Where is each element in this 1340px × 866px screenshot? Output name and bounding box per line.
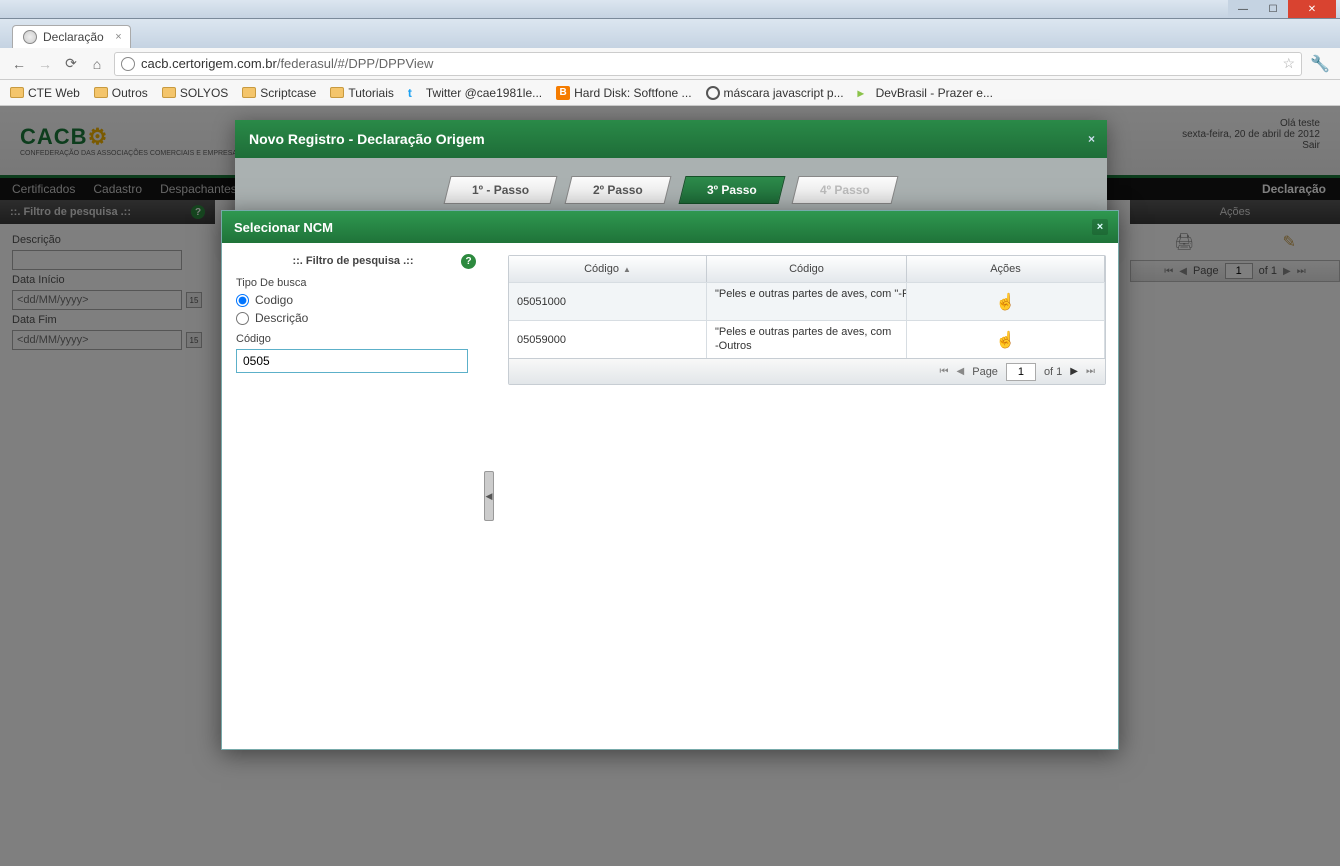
bookmark-label: Tutoriais <box>348 86 394 100</box>
wrench-menu-icon[interactable]: 🔧 <box>1310 54 1330 74</box>
radio-descricao-input[interactable] <box>236 312 249 325</box>
bookmark-item[interactable]: máscara javascript p... <box>706 86 844 100</box>
radio-descricao[interactable]: Descrição <box>236 311 470 325</box>
col-header-descricao[interactable]: Código <box>707 256 907 282</box>
codigo-label: Código <box>236 333 470 345</box>
gear-icon <box>706 86 720 100</box>
bookmark-label: SOLYOS <box>180 86 228 100</box>
results-grid: Código▲ Código Ações 05051000"Peles e ou… <box>508 255 1106 385</box>
tab-title: Declaração <box>43 30 104 44</box>
pager-prev-icon[interactable]: ◀ <box>957 366 965 377</box>
window-titlebar: — ☐ ✕ <box>0 0 1340 19</box>
folder-icon <box>10 87 24 98</box>
folder-icon <box>330 87 344 98</box>
url-bar[interactable]: cacb.certorigem.com.br/federasul/#/DPP/D… <box>114 52 1302 76</box>
folder-icon <box>94 87 108 98</box>
browser-toolbar: ← → ⟳ ⌂ cacb.certorigem.com.br/federasul… <box>0 48 1340 80</box>
col-header-codigo[interactable]: Código▲ <box>509 256 707 282</box>
grid-header: Código▲ Código Ações <box>509 256 1105 282</box>
devbrasil-icon: ▸ <box>858 86 872 100</box>
bookmark-item[interactable]: ▸ DevBrasil - Prazer e... <box>858 86 993 100</box>
bookmark-item[interactable]: Outros <box>94 86 148 100</box>
back-button[interactable]: ← <box>10 55 28 73</box>
ncm-filter-panel: ::. Filtro de pesquisa .:: ? Tipo De bus… <box>222 243 484 749</box>
radio-codigo-input[interactable] <box>236 294 249 307</box>
bookmark-item[interactable]: CTE Web <box>10 86 80 100</box>
dialog2-header: Selecionar NCM × <box>222 211 1118 243</box>
tipo-busca-label: Tipo De busca <box>236 277 470 289</box>
bookmark-label: Scriptcase <box>260 86 316 100</box>
close-icon[interactable]: × <box>1092 219 1108 235</box>
bookmark-item[interactable]: Scriptcase <box>242 86 316 100</box>
site-icon <box>121 57 135 71</box>
bookmark-label: Outros <box>112 86 148 100</box>
cell-descricao: "Peles e outras partes de aves, com "-Pe… <box>707 283 907 320</box>
row-select-action[interactable]: ☝ <box>907 283 1105 320</box>
grid-pager: ⏮ ◀ Page of 1 ▶ ⏭ <box>509 358 1105 384</box>
pointer-icon: ☝ <box>996 330 1016 350</box>
home-button[interactable]: ⌂ <box>88 55 106 73</box>
tab-close-icon[interactable]: × <box>115 31 121 43</box>
row-select-action[interactable]: ☝ <box>907 321 1105 358</box>
url-path: /federasul/#/DPP/DPPView <box>277 56 434 71</box>
bookmark-label: máscara javascript p... <box>724 86 844 100</box>
pager-first-icon[interactable]: ⏮ <box>940 366 949 377</box>
bookmark-label: Twitter @cae1981le... <box>426 86 542 100</box>
filter-header: ::. Filtro de pesquisa .:: ? <box>236 255 470 267</box>
step-label: 4º Passo <box>820 183 870 197</box>
bookmark-star-icon[interactable]: ☆ <box>1283 55 1296 72</box>
step-label: 1º - Passo <box>472 183 529 197</box>
wizard-step[interactable]: 3º Passo <box>678 176 785 204</box>
help-icon[interactable]: ? <box>461 254 476 269</box>
wizard-step[interactable]: 1º - Passo <box>443 176 557 204</box>
table-row: 05059000"Peles e outras partes de aves, … <box>509 320 1105 358</box>
ncm-results-panel: Código▲ Código Ações 05051000"Peles e ou… <box>484 243 1118 749</box>
browser-tab-strip: Declaração × <box>0 19 1340 48</box>
wizard-step[interactable]: 2º Passo <box>564 176 671 204</box>
dialog1-header: Novo Registro - Declaração Origem × <box>235 120 1107 158</box>
pointer-icon: ☝ <box>996 292 1016 312</box>
twitter-icon: t <box>408 86 422 100</box>
page-input[interactable] <box>1006 363 1036 381</box>
col-header-acoes: Ações <box>907 256 1105 282</box>
folder-icon <box>242 87 256 98</box>
sort-asc-icon: ▲ <box>623 265 631 274</box>
bookmark-item[interactable]: B Hard Disk: Softfone ... <box>556 86 691 100</box>
wizard-step[interactable]: 4º Passo <box>792 176 899 204</box>
codigo-input[interactable] <box>236 349 468 373</box>
window-minimize-button[interactable]: — <box>1228 0 1258 18</box>
folder-icon <box>162 87 176 98</box>
bookmark-item[interactable]: Tutoriais <box>330 86 394 100</box>
bookmarks-bar: CTE Web Outros SOLYOS Scriptcase Tutoriais tT… <box>0 80 1340 106</box>
bookmark-item[interactable]: t Twitter @cae1981le... <box>408 86 542 100</box>
forward-button[interactable]: → <box>36 55 54 73</box>
bookmark-label: DevBrasil - Prazer e... <box>876 86 993 100</box>
pager-last-icon[interactable]: ⏭ <box>1086 366 1095 377</box>
cell-codigo: 05059000 <box>509 321 707 358</box>
cell-codigo: 05051000 <box>509 283 707 320</box>
blogger-icon: B <box>556 86 570 100</box>
dialog2-title: Selecionar NCM <box>234 220 333 235</box>
window-maximize-button[interactable]: ☐ <box>1258 0 1288 18</box>
dialog1-title: Novo Registro - Declaração Origem <box>249 131 485 147</box>
window-close-button[interactable]: ✕ <box>1288 0 1336 18</box>
step-label: 3º Passo <box>707 183 757 197</box>
cell-descricao: "Peles e outras partes de aves, com-Outr… <box>707 321 907 358</box>
globe-icon <box>23 30 37 44</box>
selecionar-ncm-dialog: Selecionar NCM × ::. Filtro de pesquisa … <box>221 210 1119 750</box>
browser-tab[interactable]: Declaração × <box>12 25 131 48</box>
table-row: 05051000"Peles e outras partes de aves, … <box>509 282 1105 320</box>
bookmark-label: Hard Disk: Softfone ... <box>574 86 691 100</box>
step-label: 2º Passo <box>593 183 643 197</box>
close-icon[interactable]: × <box>1088 132 1095 146</box>
bookmark-label: CTE Web <box>28 86 80 100</box>
reload-button[interactable]: ⟳ <box>62 55 80 73</box>
radio-codigo[interactable]: Codigo <box>236 293 470 307</box>
pager-next-icon[interactable]: ▶ <box>1070 366 1078 377</box>
url-host: cacb.certorigem.com.br <box>141 56 277 71</box>
bookmark-item[interactable]: SOLYOS <box>162 86 228 100</box>
